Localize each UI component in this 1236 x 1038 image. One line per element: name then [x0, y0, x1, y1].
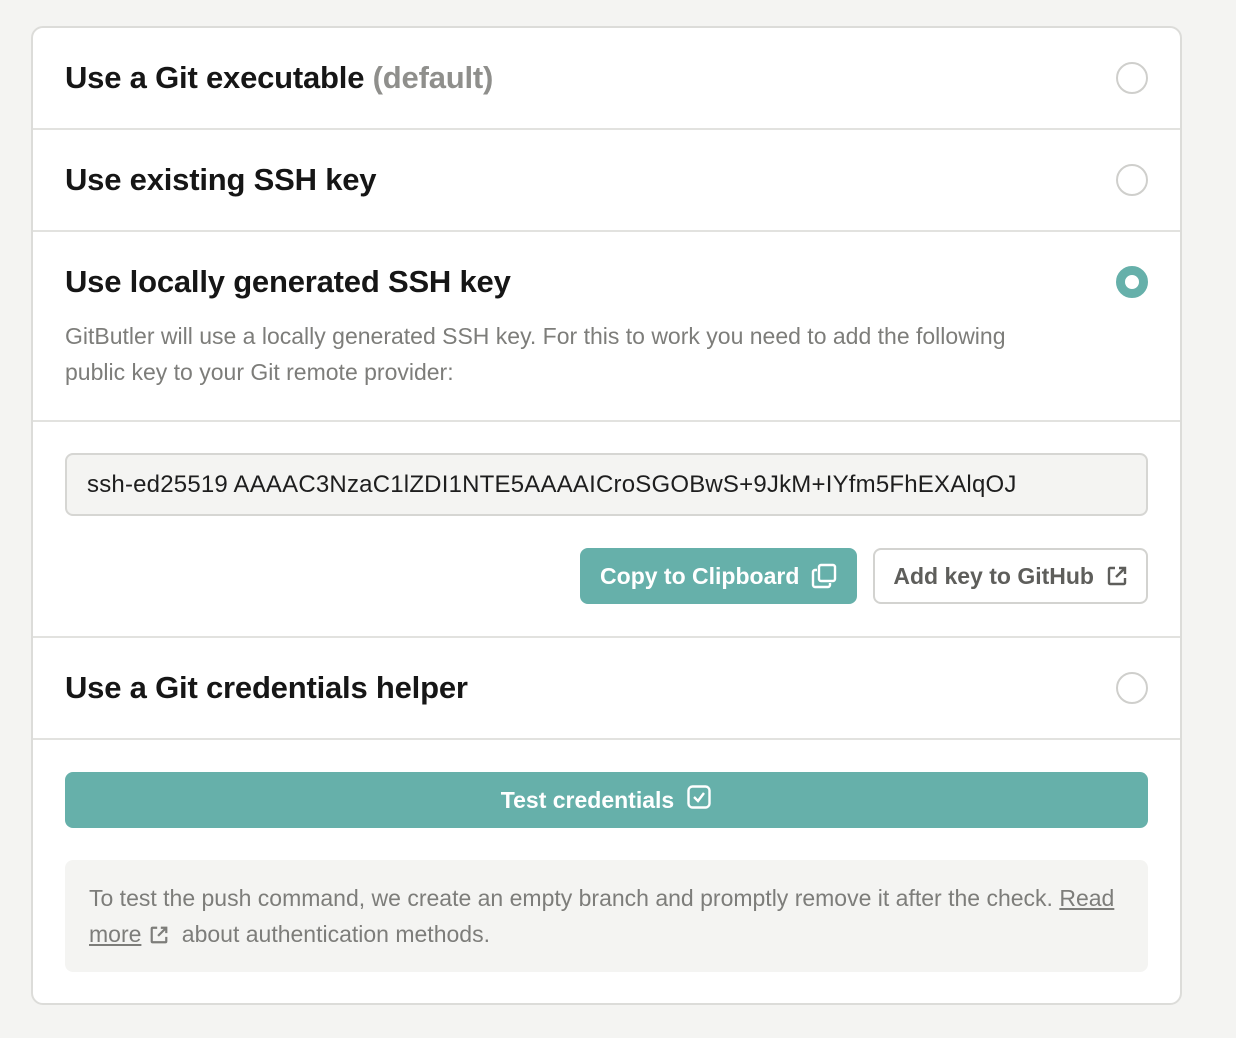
test-button-label: Test credentials	[500, 786, 675, 813]
external-link-icon	[149, 919, 169, 955]
test-info-note: To test the push command, we create an e…	[65, 860, 1148, 972]
default-suffix: (default)	[372, 60, 494, 95]
external-link-icon	[1106, 565, 1128, 587]
git-auth-settings-card: Use a Git executable (default) Use exist…	[31, 26, 1182, 1005]
test-credentials-button[interactable]: Test credentials	[65, 772, 1148, 828]
option-existing-ssh-key-title: Use existing SSH key	[65, 162, 377, 197]
option-local-ssh-key-title: Use locally generated SSH key	[65, 264, 511, 299]
option-credentials-helper-title: Use a Git credentials helper	[65, 670, 468, 705]
note-text-after: about authentication methods.	[181, 921, 490, 947]
ssh-key-section: ssh-ed25519 AAAAC3NzaC1lZDI1NTE5AAAAICro…	[33, 422, 1180, 638]
note-text-before: To test the push command, we create an e…	[89, 885, 1053, 911]
radio-existing-ssh-key[interactable]	[1116, 164, 1148, 196]
radio-credentials-helper[interactable]	[1116, 672, 1148, 704]
radio-local-ssh-key[interactable]	[1116, 266, 1148, 298]
copy-to-clipboard-button[interactable]: Copy to Clipboard	[580, 548, 858, 604]
option-git-executable[interactable]: Use a Git executable (default)	[33, 28, 1180, 130]
option-credentials-helper[interactable]: Use a Git credentials helper	[33, 638, 1180, 740]
test-section: Test credentials To test the push comman…	[33, 740, 1180, 972]
option-local-ssh-key[interactable]: Use locally generated SSH key GitButler …	[33, 232, 1180, 422]
option-existing-ssh-key[interactable]: Use existing SSH key	[33, 130, 1180, 232]
copy-icon	[811, 563, 837, 589]
option-local-ssh-key-description: GitButler will use a locally generated S…	[65, 323, 1006, 385]
radio-git-executable[interactable]	[1116, 62, 1148, 94]
add-key-to-github-button[interactable]: Add key to GitHub	[873, 548, 1148, 604]
checkbox-check-icon	[686, 784, 712, 816]
option-title-text: Use a Git executable	[65, 60, 365, 95]
option-git-executable-title: Use a Git executable (default)	[65, 60, 493, 96]
ssh-public-key-field[interactable]: ssh-ed25519 AAAAC3NzaC1lZDI1NTE5AAAAICro…	[65, 453, 1148, 516]
copy-button-label: Copy to Clipboard	[600, 562, 800, 589]
ssh-key-actions: Copy to Clipboard Add key to GitHub	[65, 548, 1148, 604]
add-key-button-label: Add key to GitHub	[893, 562, 1094, 589]
